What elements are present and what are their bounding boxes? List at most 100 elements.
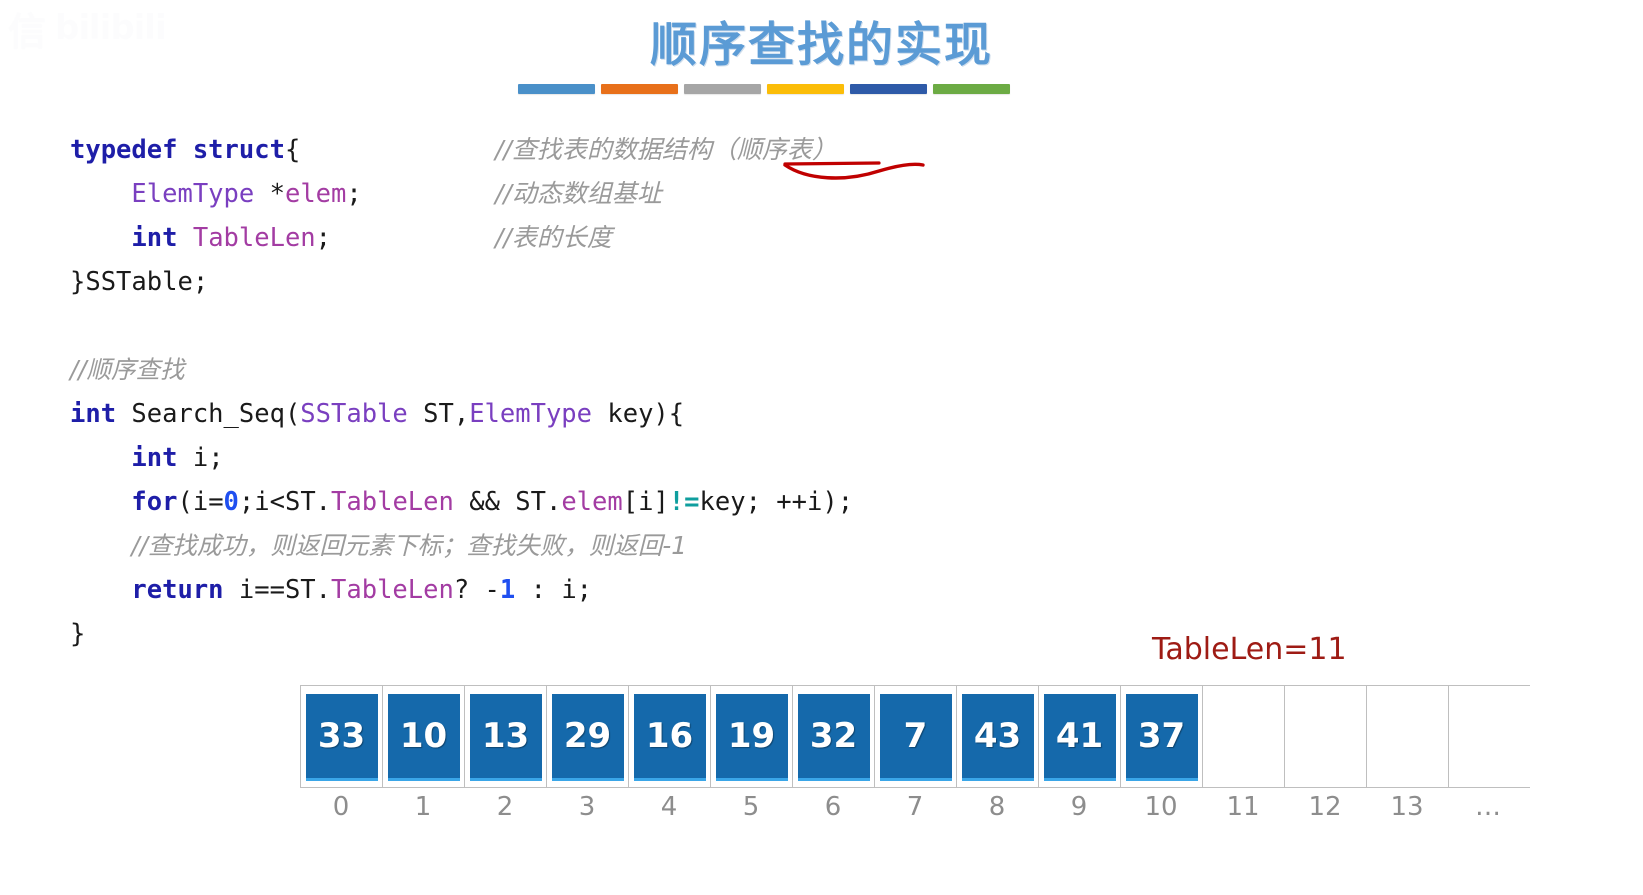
array-cell-filled: 41 [1039,686,1121,787]
code-token: //查找成功，则返回元素下标；查找失败，则返回-1 [131,531,687,560]
code-token: int [70,399,117,429]
array-visualization: 33 10 13 29 16 19 32 7 43 41 37 0 1 2 3 4 5 6 7 8 9 10 11 12 13… [300,685,1530,822]
code-token: //顺序查找 [70,355,185,384]
code-tokens: //查找成功，则返回元素下标；查找失败，则返回-1 [70,531,687,561]
line-typedef: typedef struct{ //查找表的数据结构（顺序表） [70,128,1070,172]
code-token: ElemType [469,399,593,429]
code-token: ST, [407,399,470,429]
array-index-label: 10 [1144,792,1178,822]
code-token: (i= [177,487,224,517]
array-cell-filled: 37 [1121,686,1203,787]
code-token: ? - [453,575,500,605]
array-cell-filled: 43 [957,686,1039,787]
code-token: struct [192,135,285,165]
code-token: key){ [592,399,685,429]
tablelen-annotation: TableLen=11 [1152,632,1347,667]
code-token: TableLen [331,487,454,517]
code-token: typedef [70,135,178,165]
array-index-label: 5 [742,792,760,822]
array-index-label: 11 [1226,792,1260,822]
code-tokens: return i==ST.TableLen? -1 : i; [70,575,592,605]
slide-canvas: 信 bilibili 顺序查找的实现 typedef struct{//查找表的… [0,0,1643,895]
array-value: 10 [387,692,460,781]
code-token: 0 [223,487,239,517]
array-cell-filled: 29 [547,686,629,787]
code-token: ElemType [131,179,255,209]
line-comment-result: //查找成功，则返回元素下标；查找失败，则返回-1 [70,524,1070,568]
code-token: [i] [622,487,669,517]
code-token: 1 [499,575,516,605]
decorative-bar-3 [684,84,761,94]
array-index-label: 1 [414,792,432,822]
line-func-signature: int Search_Seq(SSTable ST,ElemType key){ [70,392,1070,436]
code-token: elem [561,487,623,517]
array-value: 29 [551,692,624,781]
code-token: for [131,487,178,517]
decorative-bar-2 [601,84,678,94]
line-close-func: } [70,612,1070,656]
code-token: ; [315,223,332,253]
code-token: ; [346,179,362,209]
array-value: 43 [961,692,1034,781]
array-cell-empty [1285,686,1367,787]
array-value: 32 [797,692,870,781]
array-cell-filled: 13 [465,686,547,787]
code-tokens: int TableLen; [70,223,331,253]
code-token: int [131,443,178,473]
array-value: 16 [633,692,706,781]
code-token: ;i<ST. [238,487,332,517]
array-value: 7 [879,692,952,781]
array-index-label: 8 [988,792,1006,822]
array-value: 33 [305,692,378,781]
code-token: int [131,223,178,253]
line-return: return i==ST.TableLen? -1 : i; [70,568,1070,612]
line-close-struct: }SSTable; [70,260,1070,304]
code-token: return [131,575,224,605]
code-comment: //表的长度 [495,223,612,252]
code-token: TableLen [331,575,454,605]
page-title: 顺序查找的实现 [650,18,993,73]
code-tokens: int Search_Seq(SSTable ST,ElemType key){ [70,399,684,429]
array-cells-row: 33 10 13 29 16 19 32 7 43 41 37 [300,685,1530,788]
code-comment: //查找表的数据结构（顺序表） [495,135,837,164]
line-for-loop: for(i=0;i<ST.TableLen && ST.elem[i]!=key… [70,480,1070,524]
code-tokens: }SSTable; [70,267,208,297]
code-tokens: ElemType *elem; [70,179,362,209]
code-tokens: int i; [70,443,223,473]
code-token: TableLen [192,223,316,253]
array-index-row: 0 1 2 3 4 5 6 7 8 9 10 11 12 13… [300,792,1530,822]
code-token: && ST. [453,487,562,517]
code-token: { [284,135,301,165]
code-token: i==ST. [223,575,332,605]
line-blank-1 [70,304,1070,348]
array-index-label: 9 [1070,792,1088,822]
array-index-label: 6 [824,792,842,822]
code-token: != [668,487,700,517]
code-tokens: //顺序查找 [70,355,185,385]
array-value: 13 [469,692,542,781]
decorative-bar-5 [850,84,927,94]
array-index-label: 12 [1308,792,1342,822]
array-cell-empty [1367,686,1449,787]
array-value: 37 [1125,692,1198,781]
code-tokens: } [70,619,85,649]
array-cell-empty [1203,686,1285,787]
code-block: typedef struct{ //查找表的数据结构（顺序表） ElemType … [70,128,1070,656]
code-token: }SSTable; [70,267,209,297]
array-cell-filled: 16 [629,686,711,787]
array-index-label: 2 [496,792,514,822]
code-token: SSTable [300,399,408,429]
array-cell-filled: 19 [711,686,793,787]
code-token: key; ++i); [699,487,854,517]
decorative-bar-group [518,84,1010,94]
code-token: : i; [515,575,593,605]
line-decl-i: int i; [70,436,1070,480]
